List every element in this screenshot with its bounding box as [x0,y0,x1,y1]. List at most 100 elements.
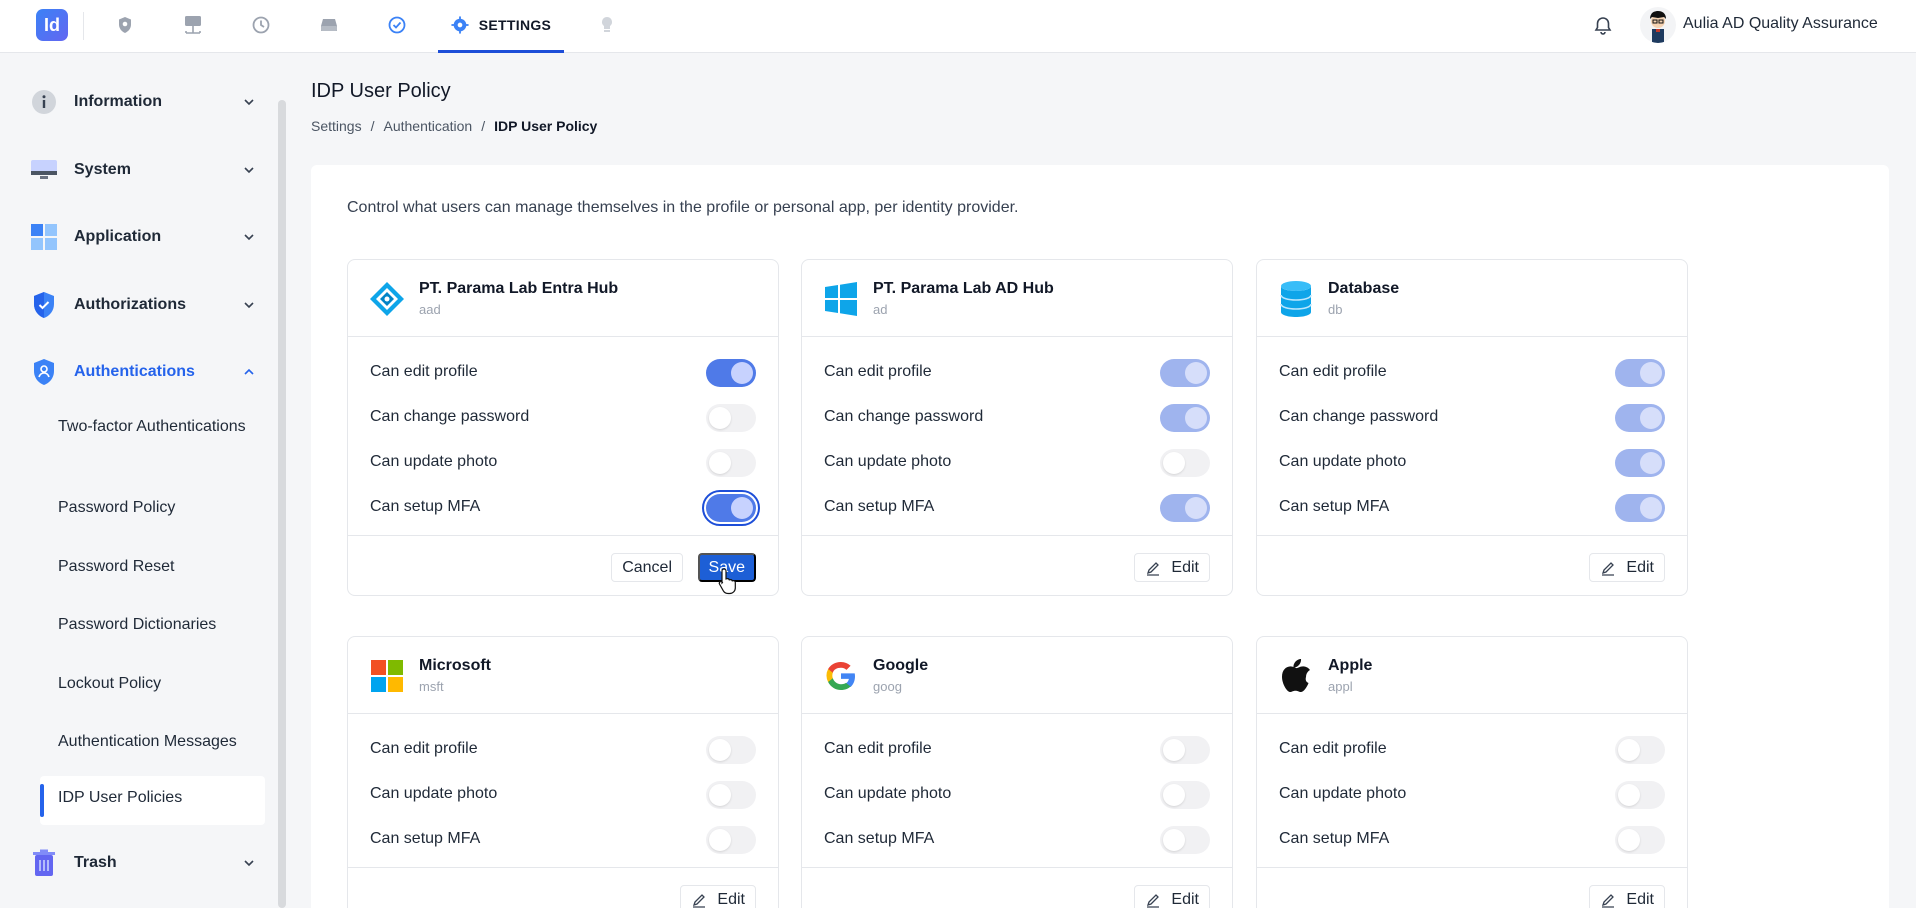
card-header: PT. Parama Lab Entra Hub aad [348,260,778,337]
edit-button[interactable]: Edit [1134,553,1210,582]
drive-icon[interactable] [316,12,342,38]
chevron-down-icon [244,99,254,106]
sidebar-sub-authentication-messages[interactable]: Authentication Messages [58,730,237,753]
idp-code: aad [419,302,441,317]
google-icon [822,657,860,695]
user-name[interactable]: Aulia AD Quality Assurance [1683,15,1878,33]
edit-button[interactable]: Edit [1134,885,1210,908]
policy-row: Can edit profile [802,728,1232,773]
policy-row: Can update photo [1257,773,1687,818]
idp-name: Google [873,657,929,674]
toggle-can-setup-mfa [1615,826,1665,854]
policy-row: Can change password [1257,396,1687,441]
lightbulb-icon[interactable] [594,12,620,38]
shield-check-icon [30,291,58,319]
cancel-button[interactable]: Cancel [611,553,683,582]
toggle-can-update-photo [1615,781,1665,809]
toggle-can-change-password [1615,404,1665,432]
page-title: IDP User Policy [311,80,451,102]
sidebar-sub-two-factor[interactable]: Two-factor Authentications [58,415,248,438]
apple-icon [1277,657,1315,695]
edit-button[interactable]: Edit [1589,885,1665,908]
policy-row: Can update photo [348,773,778,818]
sidebar-item-system[interactable]: System [30,150,256,190]
logo-divider [83,12,84,40]
bell-icon[interactable] [1590,13,1616,39]
card-header: Database db [1257,260,1687,337]
sidebar-item-application[interactable]: Application [30,217,256,257]
card-footer: Edit [802,535,1232,595]
app-logo[interactable]: Id [36,9,68,41]
card-footer: Edit [802,867,1232,908]
sidebar-sub-lockout-policy[interactable]: Lockout Policy [58,672,161,695]
toggle-can-change-password[interactable] [706,404,756,432]
sidebar-item-information[interactable]: Information [30,82,256,122]
toggle-can-update-photo[interactable] [706,449,756,477]
policy-row: Can setup MFA [802,818,1232,863]
shield-user-icon [30,358,58,386]
policy-row: Can change password [348,396,778,441]
idp-card-apple: Apple appl Can edit profile Can update p… [1256,636,1688,908]
idp-code: appl [1328,679,1353,694]
sidebar-sub-password-dictionaries[interactable]: Password Dictionaries [58,613,216,636]
policy-row: Can change password [802,396,1232,441]
policy-row: Can setup MFA [348,486,778,531]
card-header: PT. Parama Lab AD Hub ad [802,260,1232,337]
policy-row: Can edit profile [348,351,778,396]
sidebar-scrollbar[interactable] [278,100,286,908]
monitor-tree-icon[interactable] [180,12,206,38]
edit-button[interactable]: Edit [680,885,756,908]
toggle-can-edit-profile [1615,359,1665,387]
toggle-can-update-photo [706,781,756,809]
breadcrumb-separator: / [370,118,375,134]
toggle-can-change-password [1160,404,1210,432]
pencil-icon [693,893,706,908]
policy-row: Can edit profile [1257,351,1687,396]
toggle-can-edit-profile[interactable] [706,359,756,387]
card-footer: Edit [1257,867,1687,908]
top-bar: Id SETTINGS Aulia AD Quality Assurance [0,0,1916,53]
idp-name: Database [1328,280,1400,297]
pencil-icon [1147,561,1160,576]
avatar[interactable] [1640,7,1676,43]
chevron-down-icon [244,860,254,867]
sidebar-sub-password-policy[interactable]: Password Policy [58,496,175,519]
card-footer: Cancel Save [348,535,778,595]
sidebar-item-trash[interactable]: Trash [30,843,256,883]
policy-row: Can setup MFA [348,818,778,863]
policy-row: Can update photo [802,773,1232,818]
shield-icon[interactable] [112,12,138,38]
idp-code: msft [419,679,444,694]
gear-icon [451,16,469,34]
edit-button[interactable]: Edit [1589,553,1665,582]
tab-settings[interactable]: SETTINGS [438,0,564,53]
policy-row: Can update photo [348,441,778,486]
toggle-can-update-photo [1615,449,1665,477]
toggle-can-edit-profile [706,736,756,764]
pencil-icon [1147,893,1160,908]
trash-icon [30,849,58,877]
sidebar-sub-password-reset[interactable]: Password Reset [58,555,175,578]
breadcrumb-settings[interactable]: Settings [311,118,362,134]
check-circle-icon[interactable] [384,12,410,38]
policy-row: Can edit profile [802,351,1232,396]
toggle-can-update-photo [1160,449,1210,477]
toggle-can-setup-mfa[interactable] [702,490,760,526]
card-header: Microsoft msft [348,637,778,714]
card-footer: Edit [348,867,778,908]
toggle-can-setup-mfa [1615,494,1665,522]
breadcrumb-current: IDP User Policy [494,118,598,134]
sidebar-item-authentications[interactable]: Authentications [30,352,256,392]
toggle-can-edit-profile [1615,736,1665,764]
chevron-down-icon [244,234,254,241]
toggle-can-setup-mfa [1160,826,1210,854]
toggle-can-edit-profile [1160,359,1210,387]
idp-card-microsoft: Microsoft msft Can edit profile Can upda… [347,636,779,908]
idp-code: db [1328,302,1343,317]
sidebar-item-authorizations[interactable]: Authorizations [30,285,256,325]
pencil-icon [1602,893,1615,908]
history-icon[interactable] [248,12,274,38]
toggle-can-edit-profile [1160,736,1210,764]
sidebar-sub-idp-user-policies[interactable]: IDP User Policies [40,776,265,825]
breadcrumb-authentication[interactable]: Authentication [383,118,472,134]
